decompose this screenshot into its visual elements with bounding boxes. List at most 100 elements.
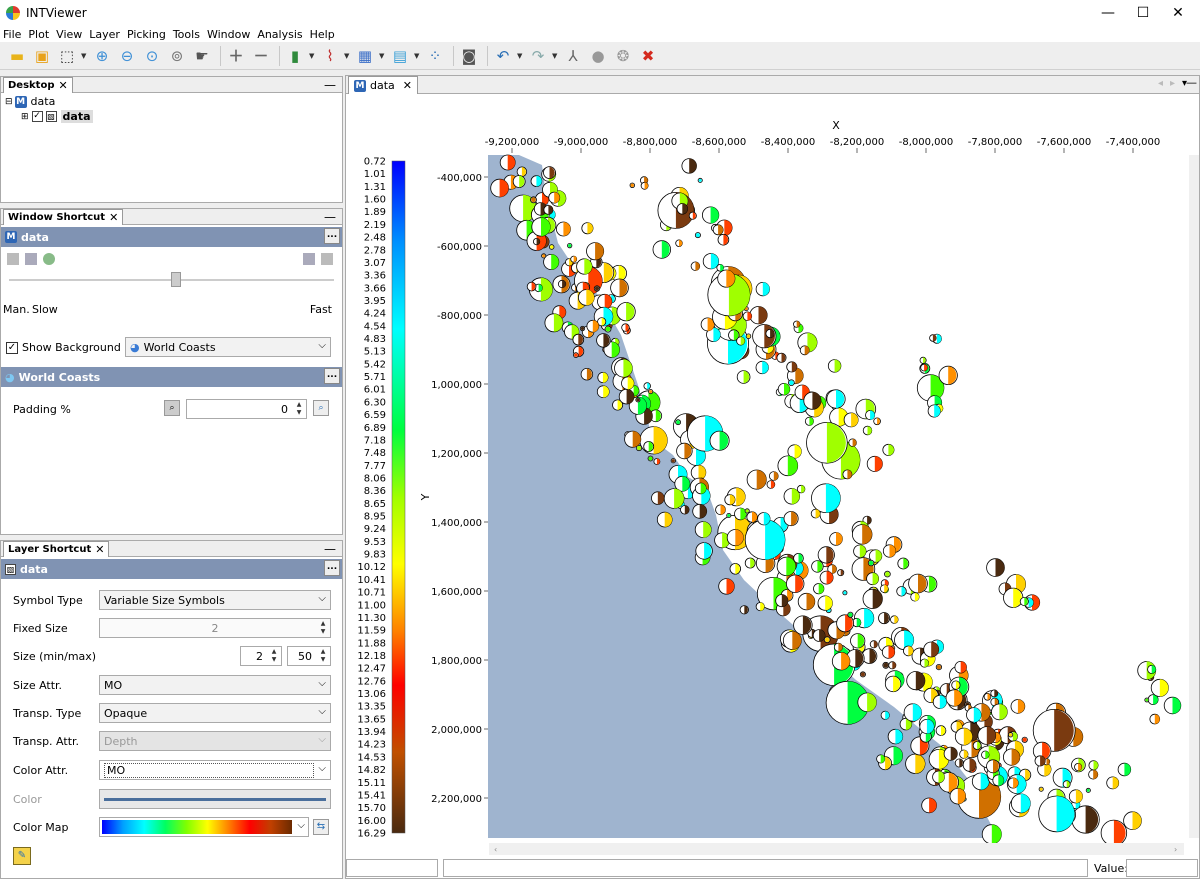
earthquake-dot (568, 244, 572, 248)
layers-icon[interactable] (25, 253, 37, 265)
swap-colormap-icon[interactable]: ⇆ (313, 819, 329, 835)
map-viewer: M data ✕ ◂ ▸ ▾ — 0.72 1.01 1.31 1.60 1.8… (345, 75, 1200, 879)
close-icon[interactable]: ✕ (59, 79, 68, 92)
close-icon[interactable]: ✕ (403, 79, 412, 92)
undo-icon[interactable]: ↶ (492, 45, 514, 67)
tree-collapse-icon[interactable]: ⊟ (5, 97, 13, 107)
scroll-right-icon[interactable]: › (1174, 845, 1177, 854)
bar-chart-icon[interactable]: ▮ (284, 45, 306, 67)
layer-options-button[interactable]: ... (324, 560, 340, 576)
fixed-size-input[interactable]: 2 ▲ ▼ (99, 618, 331, 638)
world-coasts-options-button[interactable]: ... (324, 368, 340, 384)
zoom-rectangle-dropdown[interactable]: ▼ (81, 45, 88, 67)
color-map-select[interactable]: ⌵ (99, 817, 309, 837)
scatter-icon[interactable]: ⁘ (424, 45, 446, 67)
size-min-spinner[interactable]: ▲ ▼ (268, 648, 280, 664)
map-plot[interactable]: 0.721.01 1.31 1.601.89 2.19 2.482.78 3.07 3.36… (346, 95, 1199, 857)
background-select[interactable]: ◕ World Coasts ⌵ (125, 337, 331, 357)
show-background-row[interactable]: ✓ Show Background (6, 341, 121, 354)
earthquake-dot (860, 672, 865, 677)
open-project-icon[interactable]: ▣ (31, 45, 53, 67)
earthquake-dot (630, 183, 634, 187)
camera-icon[interactable]: ◙ (458, 45, 480, 67)
transp-type-select[interactable]: Opaque ⌵ (99, 703, 331, 723)
close-window-button[interactable]: ✕ (1155, 0, 1200, 26)
split-icon[interactable]: ⅄ (562, 45, 584, 67)
tree-expand-icon[interactable]: ⊞ (21, 112, 29, 122)
color-attr-select[interactable]: MO ⌵ (99, 760, 331, 780)
redo-dropdown[interactable]: ▼ (552, 45, 559, 67)
redo-icon[interactable]: ↷ (527, 45, 549, 67)
list-icon[interactable] (303, 253, 315, 265)
horizontal-scrollbar[interactable] (489, 843, 1184, 855)
line-chart-dropdown[interactable]: ▼ (344, 45, 351, 67)
tab-window-shortcut[interactable]: Window Shortcut ✕ (3, 209, 124, 225)
tab-data[interactable]: M data ✕ (348, 76, 418, 94)
menu-window[interactable]: Window (204, 28, 254, 41)
tab-desktop[interactable]: Desktop ✕ (3, 77, 73, 93)
gradient-icon[interactable]: ▤ (389, 45, 411, 67)
minimize-panel-button[interactable]: — (324, 78, 336, 92)
chevron-down-icon: ⌵ (318, 593, 326, 604)
menu-file[interactable]: File (0, 28, 25, 41)
gradient-dropdown[interactable]: ▼ (414, 45, 421, 67)
tree-child[interactable]: ⊞ ✓ ▧ data (21, 110, 93, 123)
minimize-panel-button[interactable]: — (324, 542, 336, 556)
menu-picking[interactable]: Picking (124, 28, 170, 41)
grid-icon[interactable] (7, 253, 19, 265)
open-folder-icon[interactable]: ▬ (6, 45, 28, 67)
sync-icon[interactable] (43, 253, 55, 265)
colormap-dropdown[interactable]: ▼ (379, 45, 386, 67)
bulb-icon[interactable]: ● (587, 45, 609, 67)
zoom-fit-icon[interactable]: ⊙ (141, 45, 163, 67)
show-background-checkbox[interactable]: ✓ (6, 341, 18, 354)
padding-input[interactable]: 0 ▲ ▼ (186, 399, 307, 419)
remove-icon[interactable]: － (250, 45, 272, 67)
menu-analysis[interactable]: Analysis (254, 28, 306, 41)
padding-pick-icon[interactable]: ⌕ (164, 400, 180, 416)
padding-spinner[interactable]: ▲ ▼ (293, 401, 305, 417)
menu-layer[interactable]: Layer (86, 28, 124, 41)
symbol-type-select[interactable]: Variable Size Symbols ⌵ (99, 590, 331, 610)
close-icon[interactable]: ✕ (95, 543, 104, 556)
zoom-rectangle-icon[interactable]: ⬚ (56, 45, 78, 67)
tab-layer-shortcut[interactable]: Layer Shortcut ✕ (3, 541, 110, 557)
brain-icon[interactable]: ❂ (612, 45, 634, 67)
pan-icon[interactable]: ⊚ (166, 45, 188, 67)
maximize-viewer-button[interactable]: — (1186, 76, 1197, 89)
add-icon[interactable]: ＋ (225, 45, 247, 67)
padding-search-icon[interactable]: ⌕ (313, 400, 329, 416)
menu-help[interactable]: Help (307, 28, 339, 41)
menu-plot[interactable]: Plot (25, 28, 53, 41)
bar-chart-dropdown[interactable]: ▼ (309, 45, 316, 67)
size-max-input[interactable]: 50 ▲ ▼ (287, 646, 331, 666)
pointer-icon[interactable]: ☛ (191, 45, 213, 67)
status-field-2 (443, 859, 1088, 877)
colormap-icon[interactable]: ▦ (354, 45, 376, 67)
size-min-input[interactable]: 2 ▲ ▼ (240, 646, 282, 666)
minimize-panel-button[interactable]: — (324, 210, 336, 224)
layer-visibility-checkbox[interactable]: ✓ (31, 111, 43, 122)
colorbar-tick-label: 11.59 (357, 626, 386, 637)
close-red-icon[interactable]: ✖ (637, 45, 659, 67)
vertical-scrollbar[interactable] (1189, 155, 1199, 838)
line-chart-icon[interactable]: ⌇ (319, 45, 341, 67)
menu-view[interactable]: View (53, 28, 86, 41)
size-attr-select[interactable]: MO ⌵ (99, 675, 331, 695)
undo-dropdown[interactable]: ▼ (517, 45, 524, 67)
tree-root[interactable]: ⊟ M data (5, 95, 55, 108)
scroll-tabs-right-icon[interactable]: ▸ (1170, 78, 1175, 89)
zoom-out-icon[interactable]: ⊖ (116, 45, 138, 67)
speed-slider-thumb[interactable] (171, 272, 181, 287)
size-max-spinner[interactable]: ▲ ▼ (317, 648, 329, 664)
menu-tools[interactable]: Tools (170, 28, 204, 41)
apply-icon[interactable]: ✎ (13, 847, 31, 865)
pattern-icon[interactable] (321, 253, 333, 265)
window-options-button[interactable]: ... (324, 228, 340, 244)
earthquake-dot (885, 571, 890, 577)
close-icon[interactable]: ✕ (109, 211, 118, 224)
zoom-in-icon[interactable]: ⊕ (91, 45, 113, 67)
scroll-left-icon[interactable]: ‹ (494, 845, 497, 854)
scroll-tabs-left-icon[interactable]: ◂ (1158, 78, 1163, 89)
fixed-size-spinner[interactable]: ▲ ▼ (317, 620, 329, 636)
